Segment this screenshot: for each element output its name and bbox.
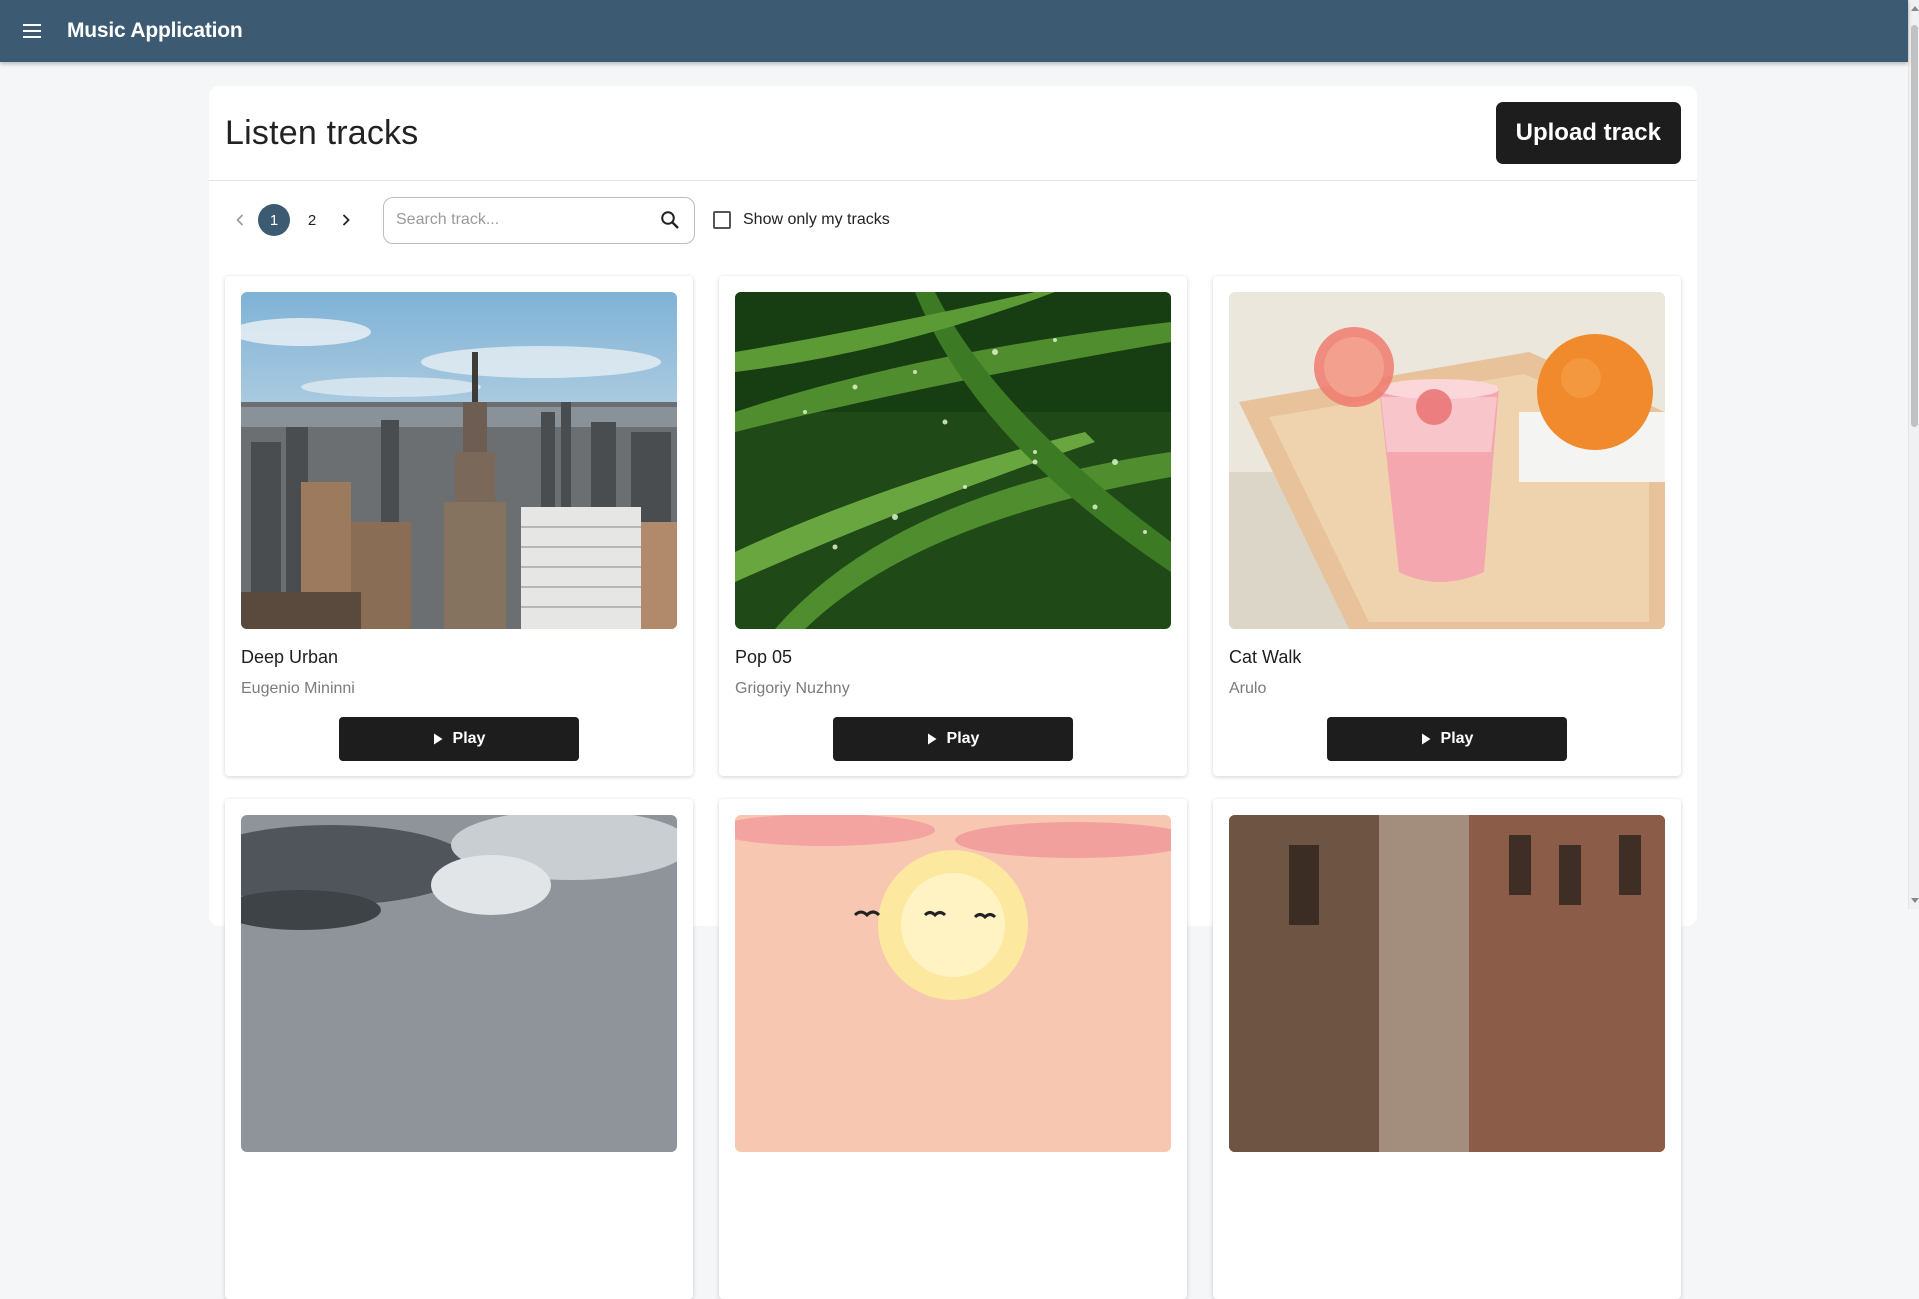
search-box — [383, 196, 695, 244]
play-button[interactable]: Play — [833, 717, 1073, 761]
play-icon — [433, 733, 443, 745]
page-title: Listen tracks — [225, 113, 419, 152]
scroll-thumb[interactable] — [1911, 25, 1918, 427]
track-title: Cat Walk — [1229, 647, 1302, 667]
track-artist: Eugenio Mininni — [241, 680, 355, 697]
track-cover-image — [241, 292, 677, 629]
track-title: Deep Urban — [241, 647, 339, 667]
play-label: Play — [1440, 730, 1474, 747]
search-icon[interactable] — [658, 208, 682, 232]
scroll-down-icon[interactable] — [1910, 895, 1919, 907]
track-card: Cat Walk Arulo Play — [1213, 276, 1681, 776]
play-icon — [1421, 733, 1431, 745]
show-my-tracks-filter[interactable]: Show only my tracks — [713, 211, 890, 229]
prev-page-icon[interactable] — [225, 204, 255, 236]
play-button[interactable]: Play — [339, 717, 579, 761]
search-input[interactable] — [396, 211, 658, 229]
track-cover-image — [1229, 292, 1665, 629]
track-cover-image — [735, 292, 1171, 629]
play-button[interactable]: Play — [1327, 717, 1567, 761]
track-artist: Arulo — [1229, 680, 1267, 697]
panel-header: Listen tracks Upload track — [209, 86, 1697, 181]
menu-icon[interactable] — [15, 14, 49, 48]
show-my-tracks-label: Show only my tracks — [743, 211, 890, 228]
track-card — [719, 799, 1187, 1299]
track-artist: Grigoriy Nuzhny — [735, 680, 850, 697]
track-card: Pop 05 Grigoriy Nuzhny Play — [719, 276, 1187, 776]
track-cover-image — [735, 815, 1171, 1152]
pagination: 1 2 — [225, 204, 361, 236]
upload-track-button[interactable]: Upload track — [1495, 102, 1681, 164]
app-title: Music Application — [67, 19, 243, 42]
track-card: Deep Urban Eugenio Mininni Play — [225, 276, 693, 776]
track-title: Pop 05 — [735, 647, 793, 667]
track-card — [225, 799, 693, 1299]
page-1-button[interactable]: 1 — [258, 204, 290, 236]
scrollbar[interactable] — [1908, 0, 1919, 909]
play-icon — [927, 733, 937, 745]
next-page-icon[interactable] — [331, 204, 361, 236]
toolbar: 1 2 Show only my tracks — [225, 196, 890, 244]
tracks-panel: Listen tracks Upload track 1 2 Show only… — [209, 86, 1697, 1299]
play-label: Play — [946, 730, 980, 747]
track-card — [1213, 799, 1681, 1299]
play-label: Play — [452, 730, 486, 747]
track-cover-image — [1229, 815, 1665, 1152]
page-2-button[interactable]: 2 — [296, 204, 328, 236]
app-bar: Music Application — [0, 0, 1908, 62]
show-my-tracks-checkbox[interactable] — [713, 211, 731, 229]
track-cover-image — [241, 815, 677, 1152]
scroll-up-icon[interactable] — [1910, 2, 1919, 14]
